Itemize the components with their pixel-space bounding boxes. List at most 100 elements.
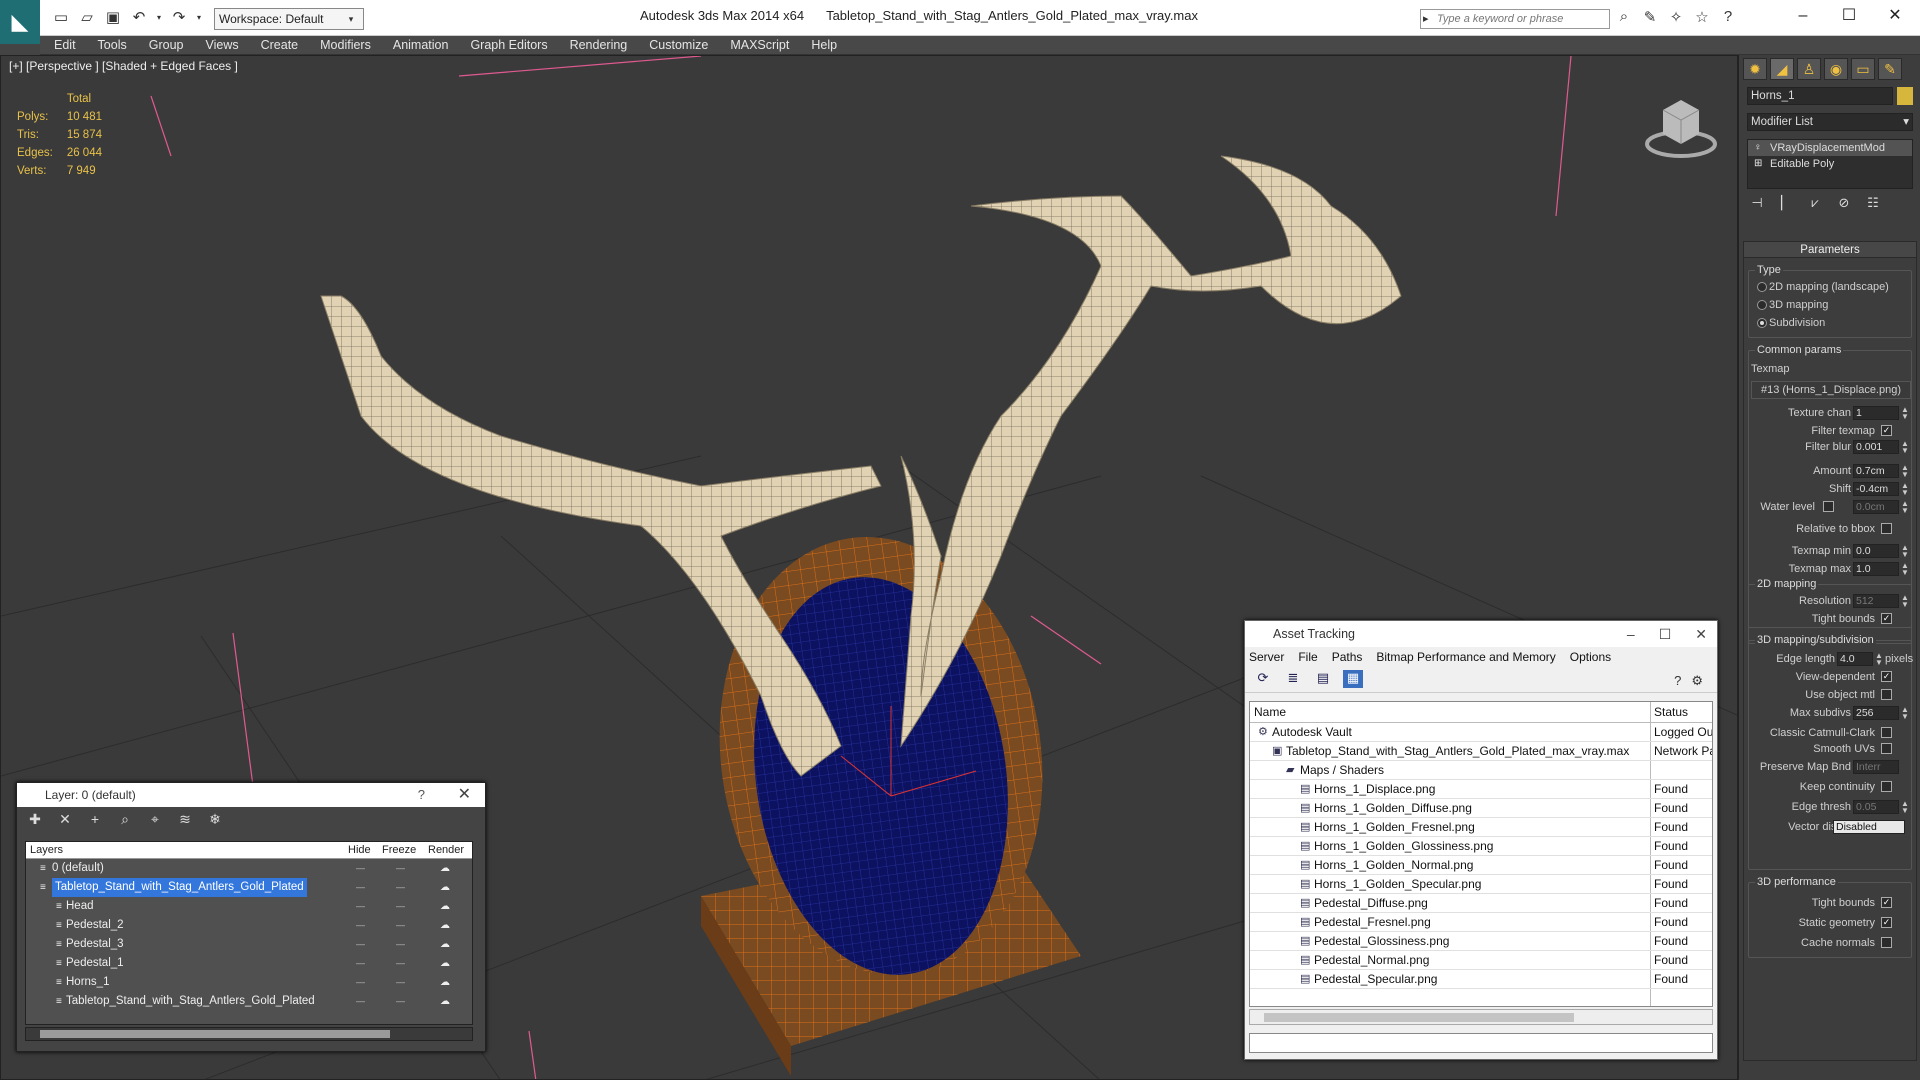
tight-bounds-2d-checkbox[interactable]: ✓ bbox=[1881, 613, 1892, 624]
viewport-label[interactable]: [+] [Perspective ] [Shaded + Edged Faces… bbox=[9, 59, 238, 73]
layer-row[interactable]: Pedestal_1 ≡ — — ☁ bbox=[26, 954, 472, 973]
relative-bbox-checkbox[interactable] bbox=[1881, 523, 1892, 534]
layer-row[interactable]: Head ≡ — — ☁ bbox=[26, 897, 472, 916]
asset-row[interactable]: ▰ Maps / Shaders bbox=[1250, 761, 1712, 780]
spinner-icon[interactable]: ▲ ▼ bbox=[1901, 706, 1909, 721]
max-subdivs-input[interactable]: 256 bbox=[1853, 706, 1899, 720]
menu-animation[interactable]: Animation bbox=[393, 38, 449, 52]
object-color-swatch[interactable] bbox=[1897, 87, 1913, 105]
remove-modifier-icon[interactable]: ⊘ bbox=[1834, 195, 1854, 213]
radio-subdivision[interactable]: Subdivision bbox=[1749, 315, 1915, 331]
spinner-icon[interactable]: ▲ ▼ bbox=[1901, 482, 1909, 497]
open-file-icon[interactable]: ▱ bbox=[76, 8, 98, 28]
create-tab-icon[interactable]: ✹ bbox=[1743, 58, 1767, 80]
freeze-toggle-icon[interactable]: — bbox=[396, 897, 405, 916]
spinner-icon[interactable]: ▲ ▼ bbox=[1901, 562, 1909, 577]
settings-icon[interactable]: ⚙ bbox=[1691, 673, 1703, 689]
modifier-list-dropdown[interactable]: Modifier List bbox=[1747, 113, 1913, 131]
hide-toggle-icon[interactable]: — bbox=[356, 992, 365, 1011]
edge-length-input[interactable]: 4.0 bbox=[1837, 652, 1873, 666]
help-icon[interactable]: ? bbox=[1718, 8, 1738, 26]
layer-name[interactable]: Tabletop_Stand_with_Stag_Antlers_Gold_Pl… bbox=[66, 992, 315, 1011]
classic-catmull-checkbox[interactable] bbox=[1881, 727, 1892, 738]
help-icon[interactable]: ? bbox=[1674, 673, 1681, 689]
menu-maxscript[interactable]: MAXScript bbox=[730, 38, 789, 52]
vector-displ-dropdown[interactable]: Disabled bbox=[1833, 820, 1905, 834]
rollout-title[interactable]: Parameters bbox=[1744, 242, 1916, 258]
spinner-icon[interactable]: ▲ ▼ bbox=[1875, 652, 1883, 667]
hide-toggle-icon[interactable]: — bbox=[356, 859, 365, 878]
table-view-icon[interactable]: ▦ bbox=[1343, 670, 1363, 688]
asset-row[interactable]: ▤ Pedestal_Specular.png Found bbox=[1250, 970, 1712, 989]
layer-row[interactable]: 0 (default) ≡ — — ☁ bbox=[26, 859, 472, 878]
freeze-toggle-icon[interactable]: — bbox=[396, 916, 405, 935]
save-icon[interactable]: ▣ bbox=[102, 8, 124, 28]
app-menu-button[interactable]: ◣ bbox=[0, 0, 40, 44]
menu-rendering[interactable]: Rendering bbox=[570, 38, 628, 52]
highlight-layer-icon[interactable]: ⌖ bbox=[145, 811, 165, 829]
radio-2d-mapping[interactable]: 2D mapping (landscape) bbox=[1749, 279, 1915, 295]
menu-modifiers[interactable]: Modifiers bbox=[320, 38, 371, 52]
layer-name[interactable]: Tabletop_Stand_with_Stag_Antlers_Gold_Pl… bbox=[52, 878, 307, 897]
minimize-icon[interactable]: – bbox=[1780, 4, 1826, 28]
column-freeze[interactable]: Freeze bbox=[382, 842, 416, 859]
spinner-icon[interactable]: ▲ ▼ bbox=[1901, 500, 1909, 515]
spinner-icon[interactable]: ▲ ▼ bbox=[1901, 440, 1909, 455]
close-icon[interactable]: ✕ bbox=[1872, 4, 1918, 28]
asset-row[interactable]: ▤ Horns_1_Golden_Diffuse.png Found bbox=[1250, 799, 1712, 818]
texmap-min-input[interactable]: 0.0 bbox=[1853, 544, 1899, 558]
new-file-icon[interactable]: ▭ bbox=[50, 8, 72, 28]
spinner-icon[interactable]: ▲ ▼ bbox=[1901, 406, 1909, 421]
lightbulb-icon[interactable]: ♀ bbox=[1754, 140, 1762, 156]
layer-name[interactable]: 0 (default) bbox=[52, 859, 104, 878]
asset-menu-server[interactable]: Server bbox=[1249, 647, 1284, 667]
redo-icon[interactable]: ↷ bbox=[168, 8, 190, 28]
keep-continuity-checkbox[interactable] bbox=[1881, 781, 1892, 792]
delete-layer-icon[interactable]: ✕ bbox=[55, 811, 75, 829]
undo-dropdown-icon[interactable]: ▾ bbox=[154, 8, 164, 28]
render-toggle-icon[interactable]: ☁ bbox=[440, 897, 450, 916]
asset-row[interactable]: ▤ Horns_1_Golden_Specular.png Found bbox=[1250, 875, 1712, 894]
layer-row[interactable]: Horns_1 ≡ — — ☁ bbox=[26, 973, 472, 992]
close-icon[interactable]: ✕ bbox=[1695, 621, 1707, 647]
view-dependent-checkbox[interactable]: ✓ bbox=[1881, 671, 1892, 682]
layer-dialog-titlebar[interactable]: Layer: 0 (default) ? ✕ bbox=[17, 783, 485, 807]
spinner-icon[interactable]: ▲ ▼ bbox=[1901, 544, 1909, 559]
asset-row[interactable]: ▣ Tabletop_Stand_with_Stag_Antlers_Gold_P… bbox=[1250, 742, 1712, 761]
display-tab-icon[interactable]: ▭ bbox=[1851, 58, 1875, 80]
viewcube-icon[interactable] bbox=[1641, 86, 1721, 166]
filter-blur-input[interactable]: 0.001 bbox=[1853, 440, 1899, 454]
menu-group[interactable]: Group bbox=[149, 38, 184, 52]
layer-row[interactable]: Tabletop_Stand_with_Stag_Antlers_Gold_Pl… bbox=[26, 992, 472, 1011]
menu-edit[interactable]: Edit bbox=[54, 38, 76, 52]
help-icon[interactable]: ? bbox=[418, 783, 425, 807]
column-status[interactable]: Status bbox=[1654, 702, 1688, 723]
texture-chan-input[interactable]: 1 bbox=[1853, 406, 1899, 420]
freeze-toggle-icon[interactable]: — bbox=[396, 954, 405, 973]
search-input[interactable]: Type a keyword or phrase bbox=[1420, 9, 1610, 29]
water-level-input[interactable]: 0.0cm bbox=[1853, 500, 1899, 514]
asset-row[interactable]: ▤ Pedestal_Normal.png Found bbox=[1250, 951, 1712, 970]
subscription-icon[interactable]: ✎ bbox=[1640, 8, 1660, 26]
layer-name[interactable]: Pedestal_3 bbox=[66, 935, 124, 954]
texmap-button[interactable]: #13 (Horns_1_Displace.png) bbox=[1751, 381, 1911, 399]
column-hide[interactable]: Hide bbox=[348, 842, 371, 859]
communication-icon[interactable]: ✧ bbox=[1666, 8, 1686, 26]
list-view-icon[interactable]: ≣ bbox=[1283, 670, 1303, 688]
asset-row[interactable]: ▤ Horns_1_Golden_Normal.png Found bbox=[1250, 856, 1712, 875]
resolution-input[interactable]: 512 bbox=[1853, 594, 1899, 608]
render-toggle-icon[interactable]: ☁ bbox=[440, 878, 450, 897]
pin-stack-icon[interactable]: ⊣ bbox=[1747, 195, 1767, 213]
menu-customize[interactable]: Customize bbox=[649, 38, 708, 52]
menu-help[interactable]: Help bbox=[811, 38, 837, 52]
menu-tools[interactable]: Tools bbox=[98, 38, 127, 52]
layer-row[interactable]: Pedestal_2 ≡ — — ☁ bbox=[26, 916, 472, 935]
static-geometry-checkbox[interactable]: ✓ bbox=[1881, 917, 1892, 928]
asset-row[interactable]: ▤ Horns_1_Golden_Glossiness.png Found bbox=[1250, 837, 1712, 856]
thumbnail-view-icon[interactable]: ▤ bbox=[1313, 670, 1333, 688]
asset-horizontal-scrollbar[interactable] bbox=[1249, 1009, 1713, 1025]
hide-all-icon[interactable]: ≋ bbox=[175, 811, 195, 829]
utilities-tab-icon[interactable]: ✎ bbox=[1878, 58, 1902, 80]
asset-row[interactable]: ▤ Pedestal_Glossiness.png Found bbox=[1250, 932, 1712, 951]
asset-menu-bitmap[interactable]: Bitmap Performance and Memory bbox=[1376, 647, 1555, 667]
